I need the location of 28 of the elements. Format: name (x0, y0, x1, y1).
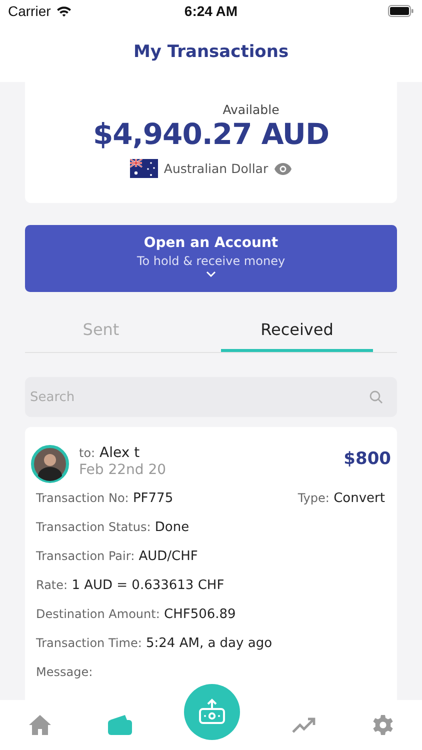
search-field[interactable]: Search (25, 377, 397, 417)
status-time: 6:24 AM (184, 3, 238, 19)
detail-text: Transaction Time: 5:24 AM, a day ago (36, 636, 272, 653)
search-icon (369, 390, 383, 404)
available-label: Available (222, 102, 280, 117)
segment-tab[interactable]: Received (221, 310, 373, 352)
flag-icon (130, 159, 158, 178)
type-text: Type: Convert (298, 491, 385, 508)
currency-name: Australian Dollar (164, 161, 268, 176)
avatar-icon (31, 445, 69, 483)
detail-text: Transaction Status: Done (36, 520, 190, 537)
detail-text: Destination Amount: CHF506.89 (36, 607, 236, 624)
detail-text: Message: (36, 665, 93, 681)
detail-text: Transaction No: PF775 (36, 491, 174, 508)
carrier-label: Carrier (8, 3, 51, 19)
eye-icon[interactable] (274, 162, 292, 174)
balance-amount: $4,940.27 AUD (92, 117, 330, 151)
money-upload-icon (196, 697, 227, 727)
detail-text: Transaction Pair: AUD/CHF (36, 549, 198, 566)
screen-title: My Transactions (133, 42, 289, 62)
recipient-name: to: Alex t (79, 445, 141, 461)
transaction-date: Feb 22nd 20 (79, 462, 168, 478)
transaction-amount: $800 (344, 449, 391, 469)
wifi-icon (56, 5, 72, 17)
chevron-down-icon (206, 271, 216, 277)
open-account-button[interactable]: Open an Account To hold & receive money (25, 225, 397, 292)
detail-text: Rate: 1 AUD = 0.633613 CHF (36, 578, 224, 595)
battery-icon (388, 5, 414, 17)
